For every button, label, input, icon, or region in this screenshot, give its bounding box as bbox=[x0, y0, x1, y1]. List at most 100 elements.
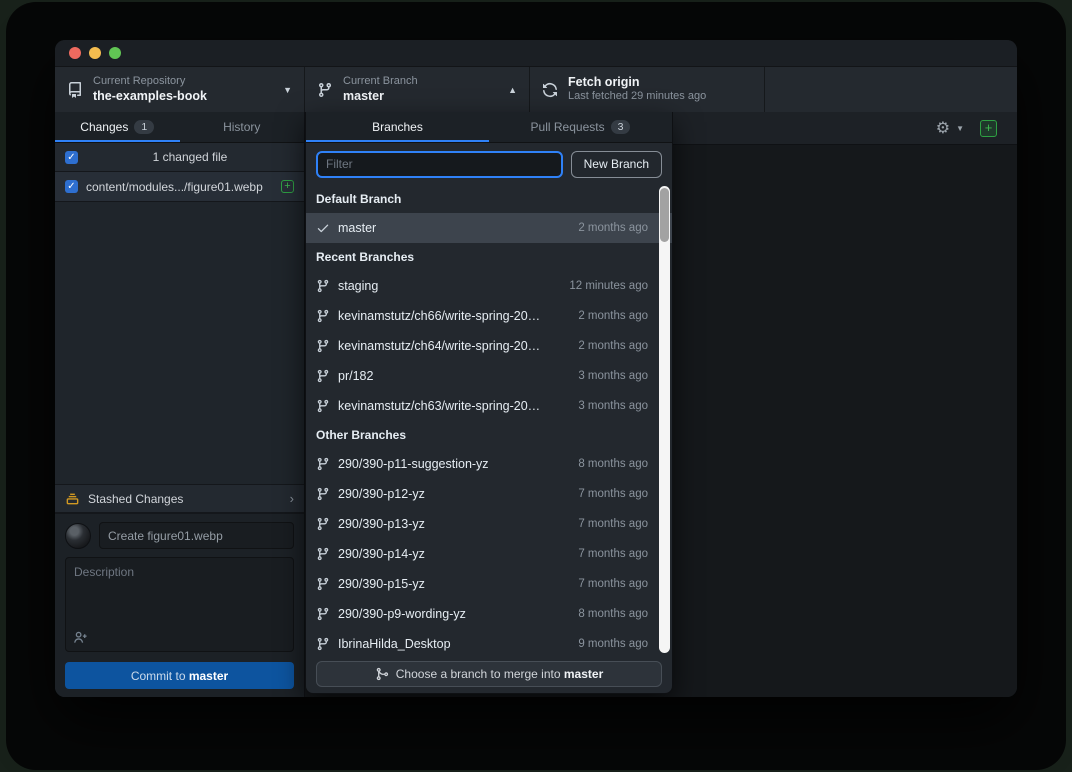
branch-name: kevinamstutz/ch64/write-spring-20… bbox=[338, 339, 570, 353]
branch-updated-time: 2 months ago bbox=[578, 222, 648, 234]
branch-row[interactable]: 290/390-p11-suggestion-yz8 months ago bbox=[306, 449, 672, 479]
branch-name: 290/390-p9-wording-yz bbox=[338, 607, 570, 621]
popover-footer: Choose a branch to merge into master bbox=[306, 654, 672, 693]
branch-row[interactable]: 290/390-p12-yz 7 months ago bbox=[306, 479, 672, 509]
file-checkbox[interactable]: ✓ bbox=[65, 180, 78, 193]
branch-row[interactable]: kevinamstutz/ch66/write-spring-20… 2 mont… bbox=[306, 301, 672, 331]
chevron-right-icon: › bbox=[290, 491, 294, 506]
branch-list-scrollbar[interactable] bbox=[659, 186, 670, 653]
git-branch-icon bbox=[316, 547, 330, 561]
branch-updated-time: 3 months ago bbox=[578, 400, 648, 412]
branch-popover: Branches Pull Requests 3 New Branch Defa… bbox=[305, 112, 673, 694]
traffic-lights bbox=[69, 47, 121, 59]
branch-filter-input[interactable] bbox=[316, 151, 563, 178]
select-all-checkbox[interactable]: ✓ bbox=[65, 151, 78, 164]
stash-icon bbox=[65, 491, 80, 506]
branch-row[interactable]: master 2 months ago bbox=[306, 213, 672, 243]
git-branch-icon bbox=[316, 399, 330, 413]
branch-name: 290/390-p13-yz bbox=[338, 517, 570, 531]
changed-file-row[interactable]: ✓ content/modules.../figure01.webp + bbox=[55, 172, 304, 202]
branch-updated-time: 7 months ago bbox=[578, 578, 648, 590]
scrollbar-thumb[interactable] bbox=[660, 188, 669, 242]
branch-name: master bbox=[338, 221, 570, 235]
expand-diff-icon[interactable]: + bbox=[980, 120, 997, 137]
fetch-text: Fetch origin Last fetched 29 minutes ago bbox=[568, 75, 752, 104]
popover-tabbar: Branches Pull Requests 3 bbox=[306, 112, 672, 143]
check-icon bbox=[316, 221, 330, 235]
branch-row[interactable]: staging 12 minutes ago bbox=[306, 271, 672, 301]
branch-row[interactable]: IbrinaHilda_Desktop9 months ago bbox=[306, 629, 672, 654]
branch-list: Default Branchmaster2 months agoRecent B… bbox=[306, 185, 672, 654]
tab-branches-label: Branches bbox=[372, 120, 423, 134]
branch-updated-time: 2 months ago bbox=[578, 340, 648, 352]
close-window-button[interactable] bbox=[69, 47, 81, 59]
merge-branch-button[interactable]: Choose a branch to merge into master bbox=[316, 661, 662, 687]
current-branch-dropdown[interactable]: Current Branch master ▲ bbox=[305, 67, 530, 112]
changed-files-count: 1 changed file bbox=[86, 150, 294, 164]
stashed-changes-row[interactable]: Stashed Changes › bbox=[55, 484, 304, 513]
tab-changes[interactable]: Changes 1 bbox=[55, 112, 180, 142]
git-branch-icon bbox=[316, 457, 330, 471]
branch-name: 290/390-p12-yz bbox=[338, 487, 570, 501]
branch-updated-time: 7 months ago bbox=[578, 518, 648, 530]
branch-row[interactable]: kevinamstutz/ch63/write-spring-20…3 mont… bbox=[306, 391, 672, 421]
stashed-changes-label: Stashed Changes bbox=[88, 492, 282, 506]
sidebar: Changes 1 History ✓ 1 changed file ✓ con… bbox=[55, 112, 305, 697]
titlebar bbox=[55, 40, 1017, 67]
branch-updated-time: 7 months ago bbox=[578, 488, 648, 500]
tab-pull-requests[interactable]: Pull Requests 3 bbox=[489, 112, 672, 142]
repo-name: the-examples-book bbox=[93, 89, 273, 105]
chevron-up-icon: ▲ bbox=[508, 85, 517, 95]
branch-name: 290/390-p15-yz bbox=[338, 577, 570, 591]
branch-updated-time: 8 months ago bbox=[578, 458, 648, 470]
sync-icon bbox=[542, 82, 558, 98]
branch-row[interactable]: pr/1823 months ago bbox=[306, 361, 672, 391]
commit-button-branch: master bbox=[189, 669, 228, 683]
avatar bbox=[65, 523, 91, 549]
branch-name: staging bbox=[338, 279, 561, 293]
gear-icon[interactable]: ⚙ bbox=[936, 118, 950, 138]
branch-updated-time: 7 months ago bbox=[578, 548, 648, 560]
add-coauthor-icon[interactable] bbox=[73, 630, 88, 645]
gear-chevron-down-icon[interactable]: ▼ bbox=[956, 124, 964, 133]
git-branch-icon bbox=[316, 309, 330, 323]
merge-button-branch: master bbox=[564, 667, 603, 681]
branch-name: kevinamstutz/ch66/write-spring-20… bbox=[338, 309, 570, 323]
description-placeholder: Description bbox=[74, 565, 134, 579]
minimize-window-button[interactable] bbox=[89, 47, 101, 59]
branch-name: IbrinaHilda_Desktop bbox=[338, 637, 570, 651]
fetch-origin-button[interactable]: Fetch origin Last fetched 29 minutes ago bbox=[530, 67, 765, 112]
git-branch-icon bbox=[316, 577, 330, 591]
current-repository-dropdown[interactable]: Current Repository the-examples-book ▼ bbox=[55, 67, 305, 112]
commit-summary-input[interactable] bbox=[99, 522, 294, 549]
branch-row[interactable]: 290/390-p15-yz 7 months ago bbox=[306, 569, 672, 599]
new-branch-button[interactable]: New Branch bbox=[571, 151, 662, 178]
git-branch-icon bbox=[316, 279, 330, 293]
sidebar-tabbar: Changes 1 History bbox=[55, 112, 304, 143]
git-branch-icon bbox=[316, 517, 330, 531]
git-branch-icon bbox=[316, 369, 330, 383]
branch-updated-time: 8 months ago bbox=[578, 608, 648, 620]
commit-description-field[interactable]: Description bbox=[65, 557, 294, 652]
git-merge-icon bbox=[375, 667, 389, 681]
repo-text: Current Repository the-examples-book bbox=[93, 75, 273, 104]
git-branch-icon bbox=[316, 487, 330, 501]
fetch-label: Fetch origin bbox=[568, 75, 752, 91]
github-desktop-window: Current Repository the-examples-book ▼ C… bbox=[55, 40, 1017, 697]
branch-section-header: Default Branch bbox=[306, 185, 672, 213]
zoom-window-button[interactable] bbox=[109, 47, 121, 59]
git-branch-icon bbox=[316, 637, 330, 651]
commit-button[interactable]: Commit to master bbox=[65, 662, 294, 689]
tab-branches[interactable]: Branches bbox=[306, 112, 489, 142]
branch-section-header: Other Branches bbox=[306, 421, 672, 449]
branch-name: 290/390-p14-yz bbox=[338, 547, 570, 561]
file-list-empty-area bbox=[55, 202, 304, 484]
branch-updated-time: 2 months ago bbox=[578, 310, 648, 322]
branch-updated-time: 12 minutes ago bbox=[569, 280, 648, 292]
branch-row[interactable]: 290/390-p14-yz 7 months ago bbox=[306, 539, 672, 569]
tab-history[interactable]: History bbox=[180, 112, 305, 142]
branch-row[interactable]: 290/390-p9-wording-yz 8 months ago bbox=[306, 599, 672, 629]
branch-row[interactable]: kevinamstutz/ch64/write-spring-20… 2 mont… bbox=[306, 331, 672, 361]
branch-row[interactable]: 290/390-p13-yz 7 months ago bbox=[306, 509, 672, 539]
branch-name: pr/182 bbox=[338, 369, 570, 383]
